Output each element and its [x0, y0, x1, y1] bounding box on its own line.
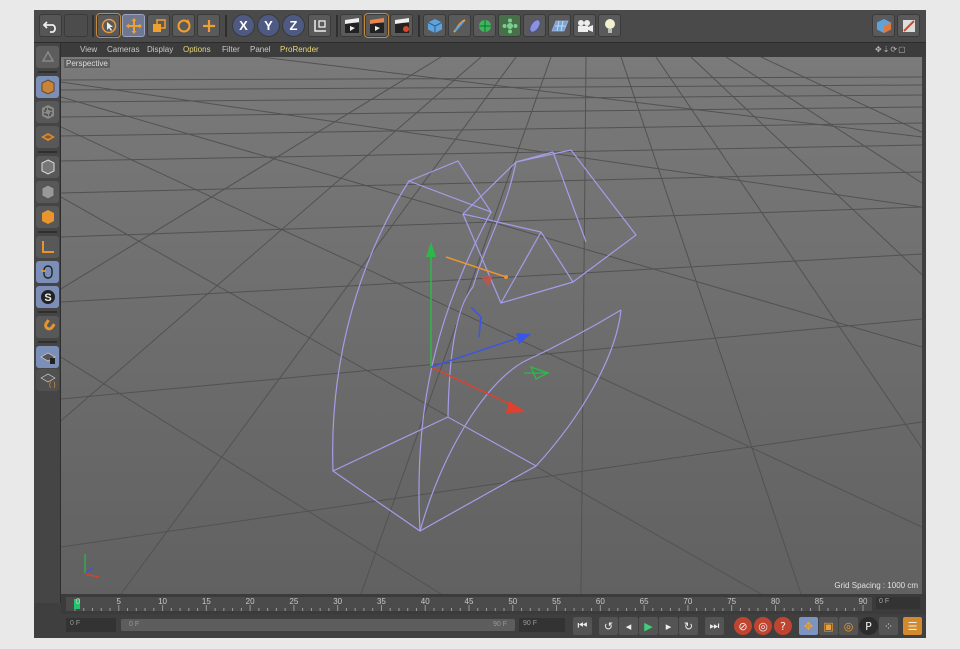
menu-panel[interactable]: Panel [250, 45, 270, 54]
start-frame-field[interactable]: 0 F [66, 618, 116, 632]
viewport-label: Perspective [64, 59, 110, 68]
key-pla-icon[interactable]: ⁘ [879, 617, 898, 635]
timeline-tick-label: 50 [508, 597, 518, 606]
key-scale-icon[interactable]: ▣ [819, 617, 838, 635]
key-rotation-icon[interactable]: ◎ [839, 617, 858, 635]
deformer-icon[interactable] [523, 14, 546, 37]
slider-start-label: 0 F [129, 621, 140, 628]
end-frame-field[interactable]: 90 F [519, 618, 565, 632]
x-axis-lock-button[interactable]: X [232, 14, 255, 37]
floor-icon[interactable] [548, 14, 571, 37]
model-mode-icon[interactable] [36, 46, 59, 68]
tweak-icon[interactable] [36, 236, 59, 258]
cinema4d-window: X Y Z S () View Cameras Display Options… [34, 10, 926, 638]
layout-edit-icon[interactable] [897, 14, 920, 37]
workplane-lock-icon[interactable] [36, 316, 59, 338]
svg-text:S: S [44, 292, 51, 304]
next-frame-icon[interactable]: ▸ [659, 617, 678, 635]
go-to-start-icon[interactable]: ⏮ [573, 617, 592, 635]
menu-filter[interactable]: Filter [222, 45, 240, 54]
timeline-tick-label: 30 [333, 597, 343, 606]
previous-frame-icon[interactable]: ◂ [619, 617, 638, 635]
timeline-tick-label: 65 [639, 597, 649, 606]
timeline-tick-label: 60 [595, 597, 605, 606]
world-coordinate-icon[interactable] [308, 14, 331, 37]
timeline-tick-label: 15 [201, 597, 211, 606]
grid-spacing-readout: Grid Spacing : 1000 cm [834, 581, 918, 590]
cube-icon[interactable] [423, 14, 446, 37]
timeline-ruler[interactable]: 0 5 10 15 20 25 30 35 40 45 50 55 60 65 70 75 80 85 90 0 F [61, 594, 926, 614]
axis-mode-icon[interactable] [36, 206, 59, 228]
main-toolbar: X Y Z [34, 10, 926, 43]
light-icon[interactable] [598, 14, 621, 37]
autokey-icon[interactable]: ◎ [754, 617, 772, 635]
menu-options[interactable]: Options [183, 45, 211, 54]
timeline-tick-label: 35 [376, 597, 386, 606]
subdivision-icon[interactable] [473, 14, 496, 37]
timeline-tick-label: 85 [814, 597, 824, 606]
z-axis-lock-button[interactable]: Z [282, 14, 305, 37]
next-key-icon[interactable]: ↻ [679, 617, 698, 635]
menu-cameras[interactable]: Cameras [107, 45, 139, 54]
preview-range-slider[interactable]: 0 F 90 F [121, 619, 515, 631]
current-frame-field[interactable]: 0 F [876, 597, 920, 609]
previous-key-icon[interactable]: ↺ [599, 617, 618, 635]
points-mode-icon[interactable] [36, 126, 59, 148]
render-settings-icon[interactable] [390, 14, 413, 37]
timeline-tick-label: 80 [770, 597, 780, 606]
go-to-end-icon[interactable]: ⏭ [705, 617, 724, 635]
solo-icon[interactable] [36, 261, 59, 283]
grid-settings-icon[interactable]: ( ) [36, 369, 59, 391]
undo-icon[interactable] [39, 14, 62, 37]
slider-end-label: 90 F [492, 621, 507, 628]
menu-display[interactable]: Display [147, 45, 173, 54]
move-icon[interactable] [122, 14, 145, 37]
rotate-icon[interactable] [172, 14, 195, 37]
redo-icon[interactable] [64, 14, 88, 37]
pen-icon[interactable] [448, 14, 471, 37]
layout-cube-icon[interactable] [872, 14, 895, 37]
viewport-menubar: View Cameras Display Options Filter Pane… [61, 43, 926, 57]
array-icon[interactable] [498, 14, 521, 37]
timeline-tick-label: 40 [420, 597, 430, 606]
timeline-tick-label: 10 [158, 597, 167, 606]
menu-prorender[interactable]: ProRender [280, 45, 319, 54]
timeline-tick-label: 90 [858, 597, 868, 606]
timeline-icon[interactable]: ☰ [903, 617, 922, 635]
animation-controls: 0 F 0 F 90 F 90 F ⏮ ↺ ◂ ▶ ▸ ↻ ⏭ ⊘ ◎ ? ✥ … [61, 614, 926, 638]
edges-mode-icon[interactable] [36, 156, 59, 178]
timeline-tick-label: 75 [727, 597, 737, 606]
timeline-tick-label: 70 [683, 597, 693, 606]
record-active-icon[interactable]: ⊘ [734, 617, 752, 635]
mode-sidebar: S ( ) [34, 43, 61, 603]
timeline-tick-label: 5 [116, 597, 121, 606]
workplane-icon[interactable] [36, 101, 59, 123]
polygons-mode-icon[interactable] [36, 181, 59, 203]
viewport-nav-icons[interactable]: ✥⇣⟳▢ [875, 45, 907, 54]
scale-icon[interactable] [147, 14, 170, 37]
select-icon[interactable] [96, 13, 121, 38]
menu-view[interactable]: View [80, 45, 97, 54]
play-icon[interactable]: ▶ [639, 617, 658, 635]
camera-icon[interactable] [573, 14, 596, 37]
perspective-viewport[interactable]: Perspective Grid Spacing : 1000 cm [61, 57, 922, 594]
timeline-tick-label: 55 [552, 597, 561, 606]
add-icon[interactable] [197, 14, 220, 37]
snap-icon[interactable]: S [36, 286, 59, 308]
timeline-tick-label: 25 [289, 597, 299, 606]
keyframe-selection-icon[interactable]: ? [774, 617, 792, 635]
timeline-track[interactable]: 0 5 10 15 20 25 30 35 40 45 50 55 60 65 70 75 80 85 90 [66, 597, 872, 611]
key-position-icon[interactable]: ✥ [799, 617, 818, 635]
render-view-icon[interactable] [340, 14, 363, 37]
grid-lock-icon[interactable] [36, 346, 59, 368]
timeline-tick-label: 0 [75, 597, 81, 606]
key-parameter-icon[interactable]: P [859, 617, 878, 635]
y-axis-lock-button[interactable]: Y [257, 14, 280, 37]
viewport-scene [61, 57, 922, 594]
timeline-tick-label: 20 [245, 597, 255, 606]
timeline-tick-label: 45 [464, 597, 474, 606]
render-picture-viewer-icon[interactable] [364, 13, 389, 38]
svg-text:( ): ( ) [49, 382, 56, 388]
texture-mode-icon[interactable] [36, 76, 59, 98]
